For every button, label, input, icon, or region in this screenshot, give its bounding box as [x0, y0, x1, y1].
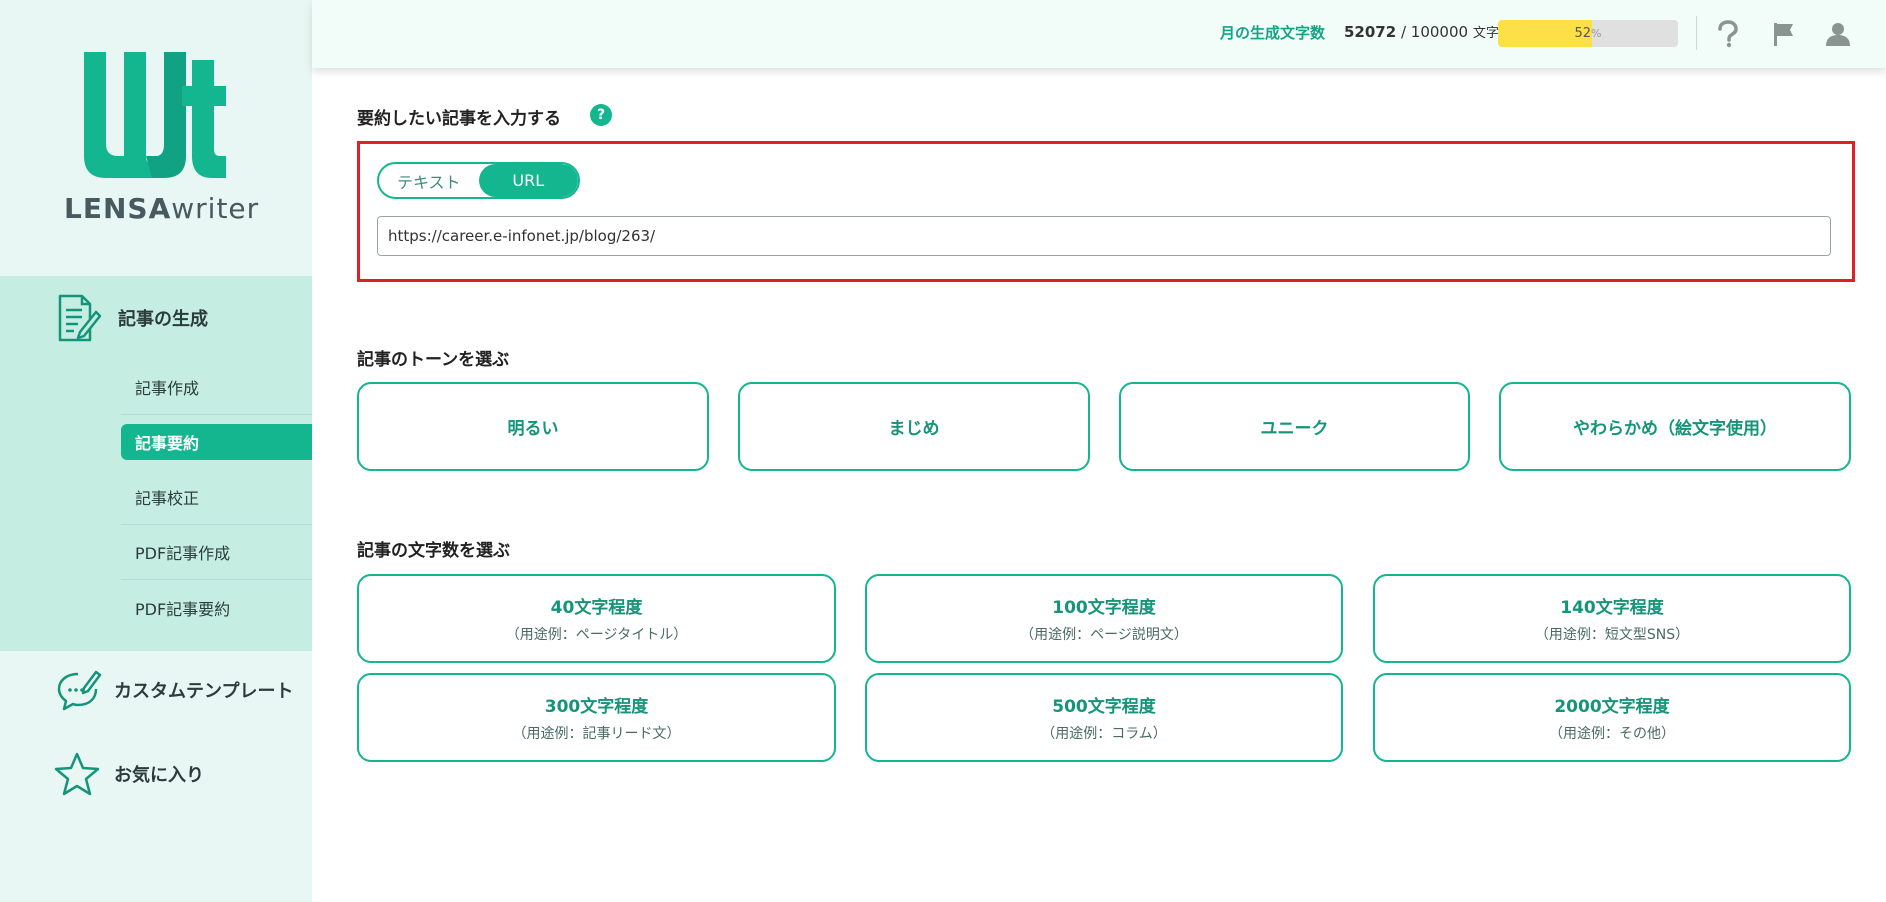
length-option-label: 2000文字程度	[1554, 697, 1670, 717]
lensa-logo-icon	[84, 52, 226, 178]
nav-custom-template-label: カスタムテンプレート	[114, 681, 294, 702]
toggle-text-option[interactable]: テキスト	[379, 164, 479, 197]
nav-article-generate-label: 記事の生成	[118, 309, 208, 330]
length-option-example: （用途例：その他）	[1549, 726, 1675, 742]
sidebar-item-summarize[interactable]: 記事要約	[121, 424, 312, 460]
length-option-300[interactable]: 300文字程度 （用途例：記事リード文）	[357, 673, 836, 762]
input-highlight-box	[357, 141, 1855, 282]
length-option-label: 100文字程度	[1052, 598, 1156, 618]
tone-option-label: やわらかめ（絵文字使用）	[1573, 419, 1777, 439]
nav-article-generate[interactable]: 記事の生成	[54, 293, 208, 343]
logo-text: LENSAwriter	[64, 192, 260, 225]
chat-edit-icon	[54, 665, 104, 715]
usage-percent: 52%	[1574, 26, 1602, 41]
logo[interactable]: LENSAwriter	[0, 0, 312, 276]
star-icon	[52, 749, 102, 799]
tone-option-label: ユニーク	[1260, 419, 1329, 439]
sidebar-item-proofread[interactable]: 記事校正	[121, 470, 312, 525]
nav-favorites[interactable]: お気に入り	[52, 749, 204, 799]
sidebar-item-pdf-summarize[interactable]: PDF記事要約	[121, 580, 312, 635]
length-option-40[interactable]: 40文字程度 （用途例：ページタイトル）	[357, 574, 836, 663]
usage-progress-bar: 52%	[1498, 20, 1678, 47]
tone-option-soft[interactable]: やわらかめ（絵文字使用）	[1499, 382, 1851, 471]
url-input[interactable]	[377, 216, 1831, 256]
help-icon[interactable]	[1712, 18, 1744, 50]
flag-icon[interactable]	[1768, 18, 1800, 50]
length-option-example: （用途例：短文型SNS）	[1534, 627, 1690, 643]
tone-section-title: 記事のトーンを選ぶ	[357, 350, 510, 370]
input-mode-toggle[interactable]: テキスト URL	[377, 162, 580, 199]
length-option-140[interactable]: 140文字程度 （用途例：短文型SNS）	[1373, 574, 1851, 663]
nav-custom-template[interactable]: カスタムテンプレート	[54, 665, 293, 715]
length-option-example: （用途例：コラム）	[1041, 726, 1167, 742]
top-header: 月の生成文字数 52072 / 100000 文字 52%	[312, 0, 1886, 68]
nav-favorites-label: お気に入り	[114, 765, 204, 786]
tone-option-label: 明るい	[507, 419, 559, 439]
length-option-label: 500文字程度	[1052, 697, 1156, 717]
length-option-label: 40文字程度	[550, 598, 643, 618]
length-option-example: （用途例：記事リード文）	[512, 726, 681, 742]
document-edit-icon	[54, 293, 104, 343]
length-option-example: （用途例：ページタイトル）	[505, 627, 688, 643]
toggle-url-option[interactable]: URL	[478, 164, 578, 197]
sidebar: LENSAwriter 記事の生成 記事作成 記事要約 記事校正 PDF記事作成…	[0, 0, 312, 902]
user-icon[interactable]	[1822, 18, 1854, 50]
length-option-example: （用途例：ページ説明文）	[1020, 627, 1188, 643]
question-icon[interactable]: ?	[590, 104, 612, 126]
tone-option-label: まじめ	[888, 419, 940, 439]
usage-count: 52072 / 100000 文字	[1344, 23, 1499, 41]
tone-option-serious[interactable]: まじめ	[738, 382, 1090, 471]
tone-option-bright[interactable]: 明るい	[357, 382, 709, 471]
length-option-100[interactable]: 100文字程度 （用途例：ページ説明文）	[865, 574, 1343, 663]
usage-label: 月の生成文字数	[1220, 24, 1326, 42]
sidebar-item-create[interactable]: 記事作成	[121, 360, 312, 415]
length-option-500[interactable]: 500文字程度 （用途例：コラム）	[865, 673, 1343, 762]
length-option-label: 300文字程度	[544, 697, 649, 717]
input-section-title: 要約したい記事を入力する	[357, 109, 561, 129]
length-option-2000[interactable]: 2000文字程度 （用途例：その他）	[1373, 673, 1851, 762]
header-divider	[1696, 16, 1697, 50]
length-section-title: 記事の文字数を選ぶ	[357, 541, 510, 561]
tone-option-unique[interactable]: ユニーク	[1119, 382, 1470, 471]
length-option-label: 140文字程度	[1560, 598, 1664, 618]
sidebar-item-pdf-create[interactable]: PDF記事作成	[121, 525, 312, 580]
